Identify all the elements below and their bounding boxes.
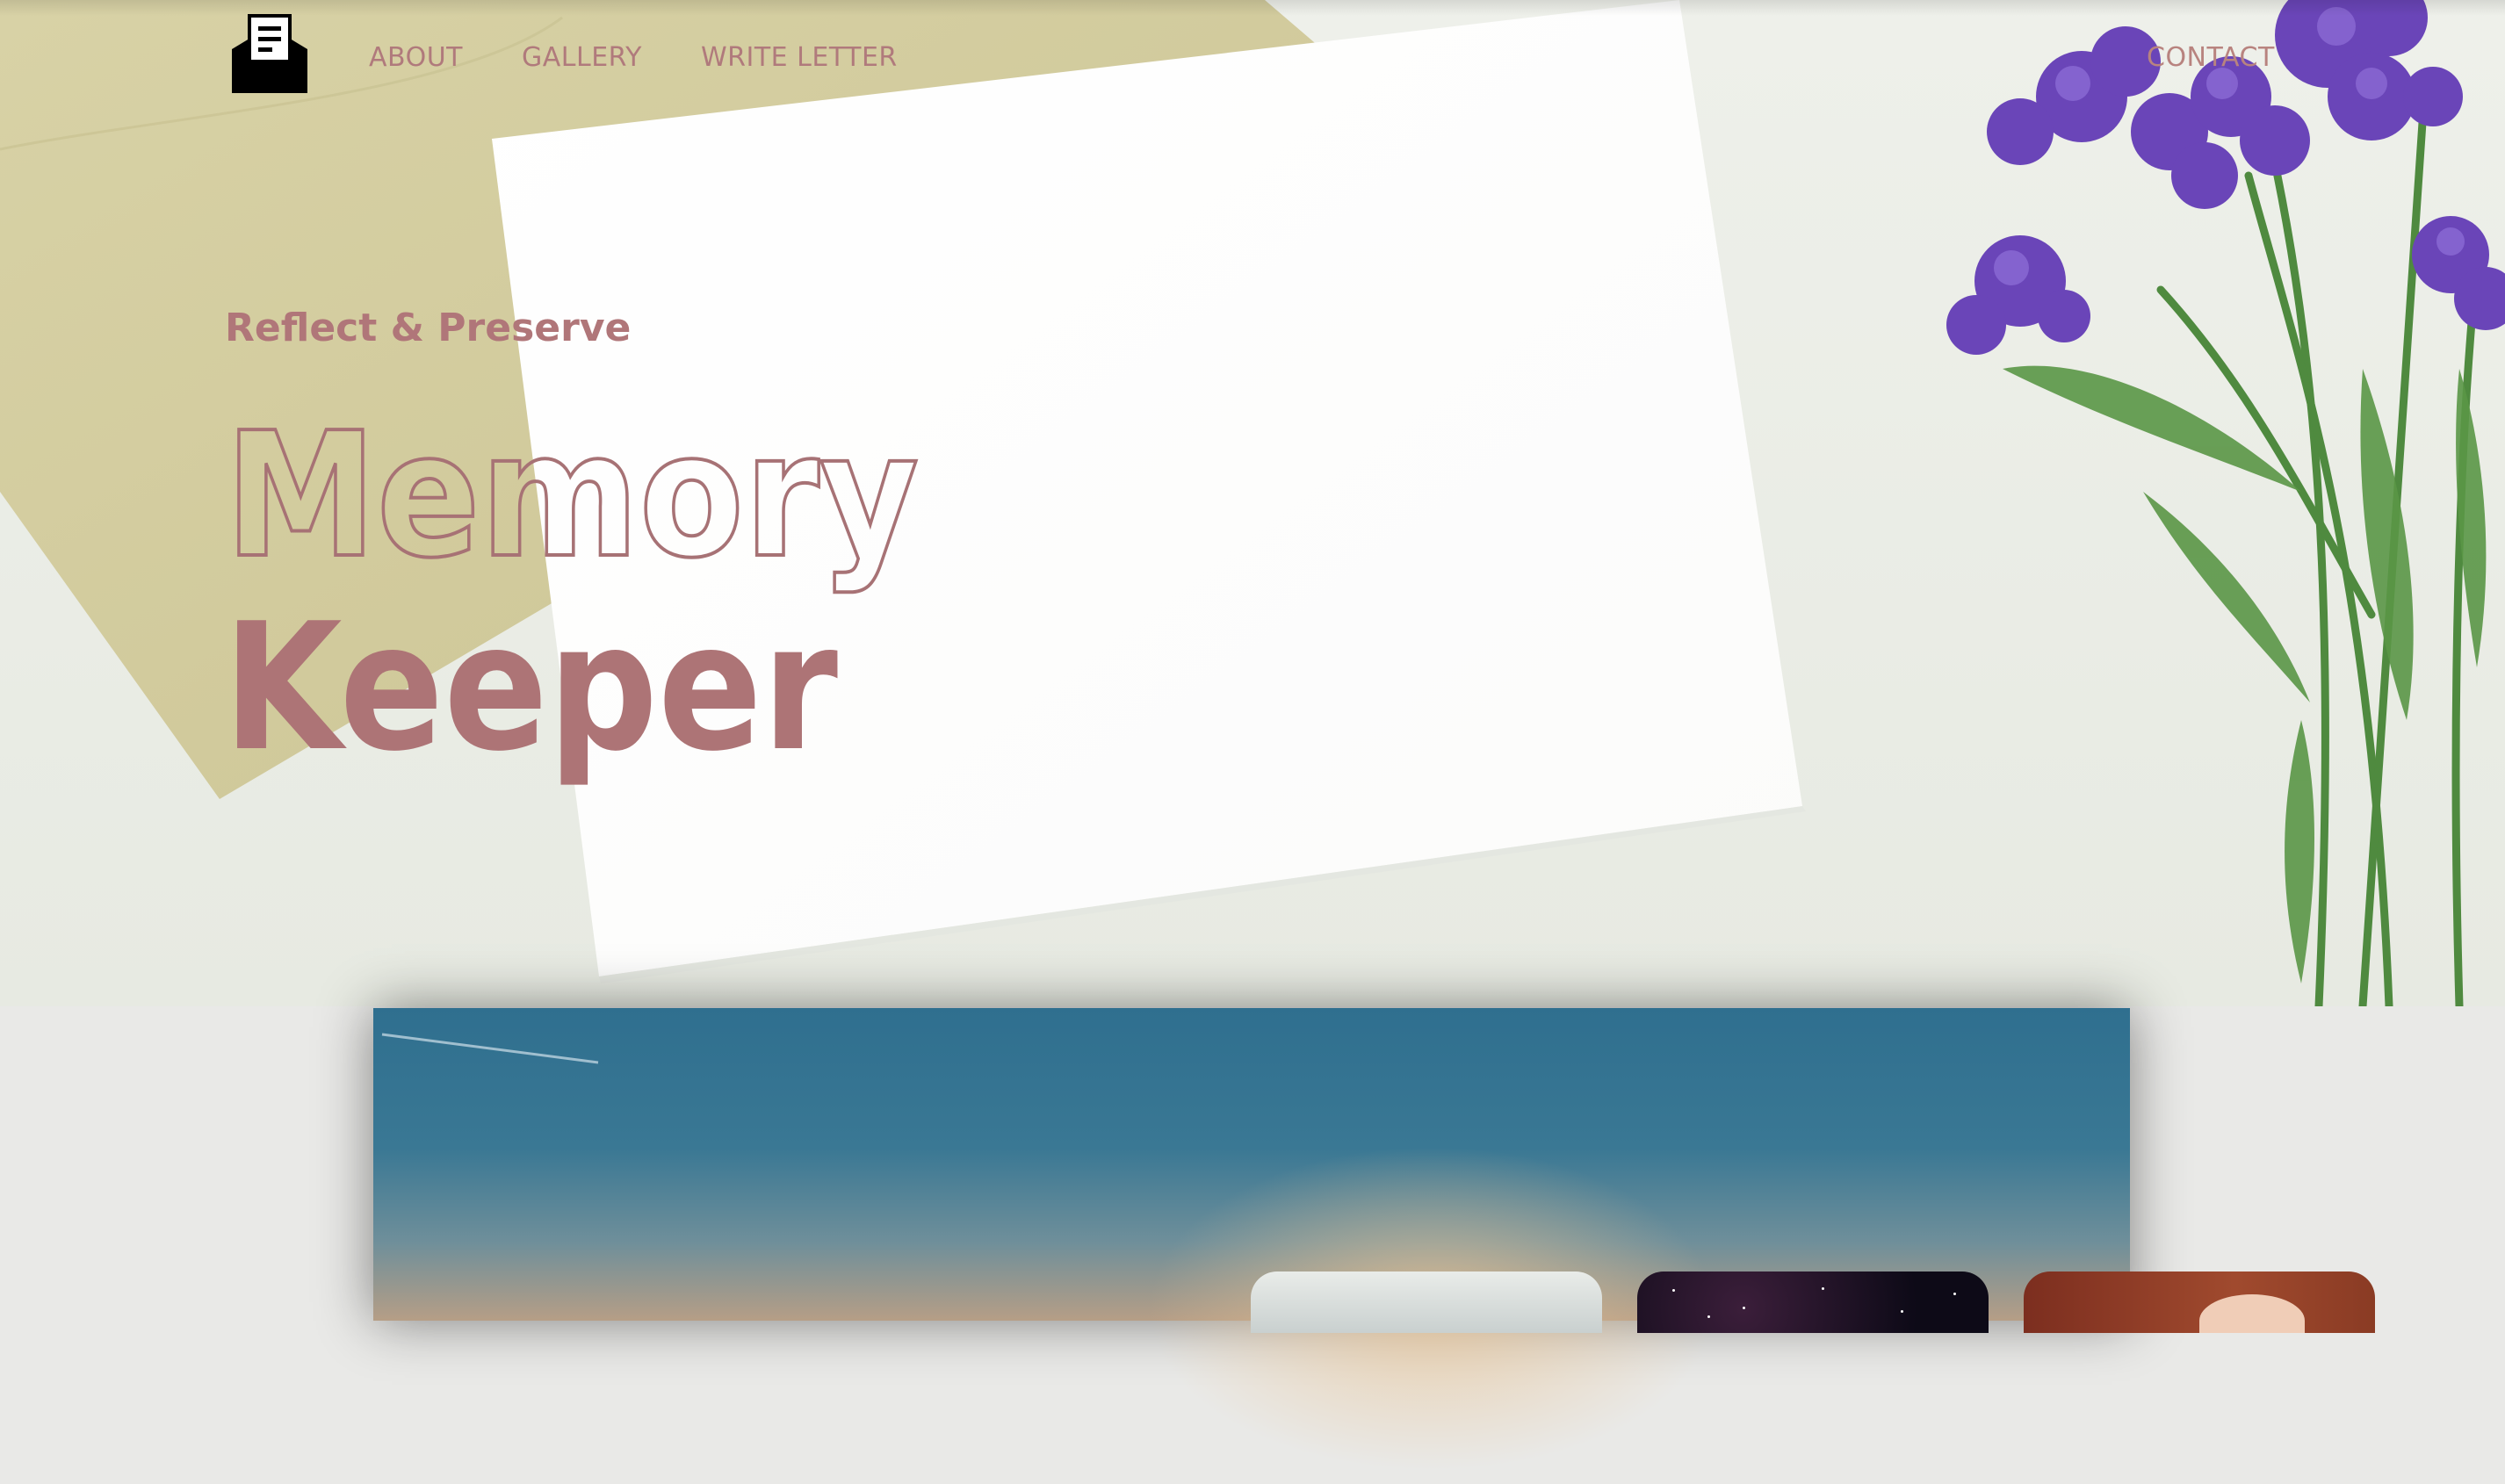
- envelope-letter-icon[interactable]: [228, 14, 311, 95]
- hero-kicker: Reflect & Preserve: [225, 306, 632, 350]
- flower-leaves: [2003, 365, 2487, 983]
- hero-title-solid: Keeper: [223, 586, 838, 790]
- gallery-card-stars[interactable]: [1637, 1271, 1989, 1333]
- hand-shape: [2199, 1294, 2305, 1333]
- nav-write-letter-link[interactable]: WRITE LETTER: [701, 42, 898, 74]
- nav-about-link[interactable]: ABOUT: [369, 42, 463, 74]
- top-shadow: [0, 0, 2505, 16]
- nav-contact-link[interactable]: CONTACT: [2147, 42, 2275, 74]
- hero-title: Memory Keeper: [223, 394, 920, 790]
- gallery-card-clouds[interactable]: [1251, 1271, 1602, 1333]
- gallery-card-hand[interactable]: [2024, 1271, 2375, 1333]
- hero-title-outline: Memory: [225, 396, 919, 596]
- contrail: [381, 1033, 599, 1064]
- nav-gallery-link[interactable]: GALLERY: [522, 42, 642, 74]
